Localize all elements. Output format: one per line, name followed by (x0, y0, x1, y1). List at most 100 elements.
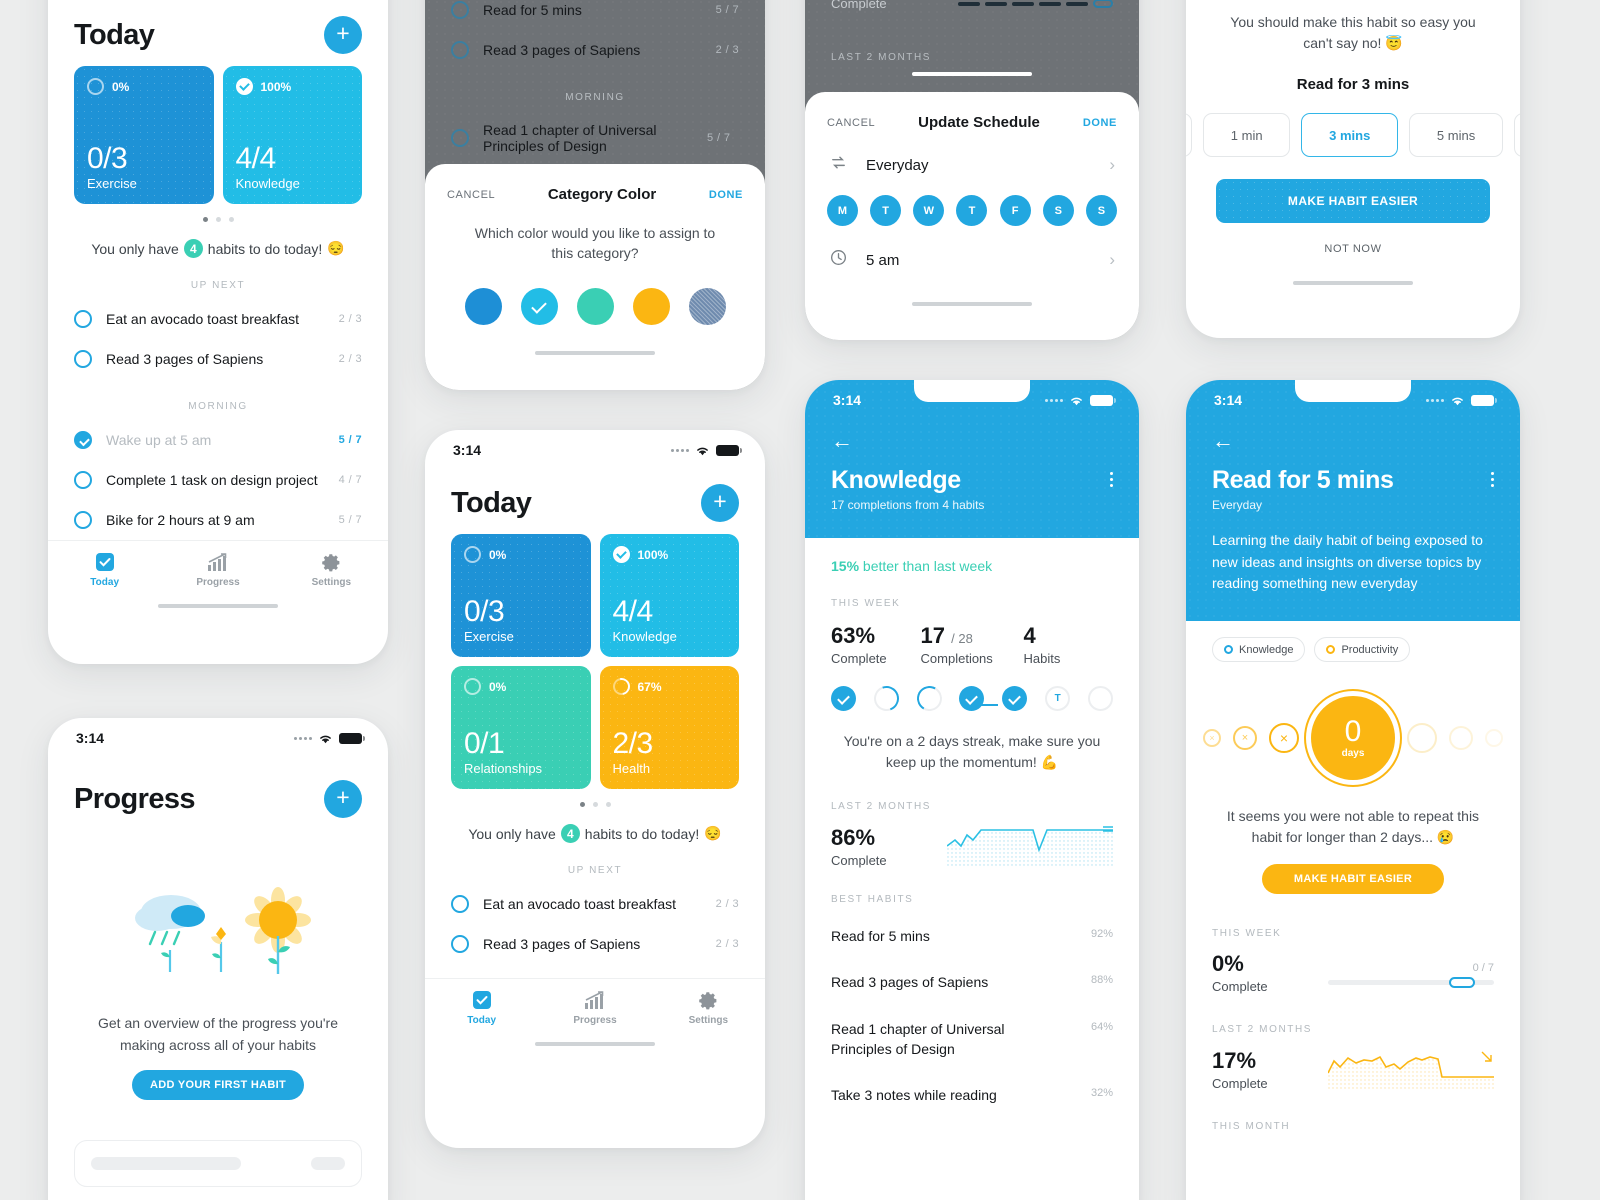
day-indicator-empty[interactable] (1087, 686, 1113, 711)
best-habit-row[interactable]: Read 3 pages of Sapiens 88% (805, 959, 1139, 1005)
status-time: 3:14 (453, 442, 482, 458)
back-arrow-icon[interactable]: ← (831, 430, 853, 452)
screens-canvas: Today + 0% 0/3 Exercise 100% 4/4 Knowled… (0, 0, 1600, 1200)
add-habit-button[interactable]: + (701, 484, 739, 522)
habit-row[interactable]: Read 3 pages of Sapiens 2 / 3 (425, 924, 765, 964)
habit-row[interactable]: Wake up at 5 am 5 / 7 (48, 420, 388, 460)
habit-checkbox-icon[interactable] (74, 431, 92, 449)
day-pill-tue[interactable]: T (870, 195, 902, 226)
section-this-week: THIS WEEK (1212, 928, 1282, 940)
tab-today[interactable]: Today (48, 551, 161, 588)
repeat-row[interactable]: Everyday › (805, 137, 1139, 193)
better-value: 15% (831, 558, 860, 574)
card-percent: 0% (489, 547, 507, 562)
card-fraction: 4/4 (235, 141, 277, 175)
habit-checkbox-icon[interactable] (451, 935, 469, 953)
carousel-pager[interactable] (425, 802, 765, 807)
color-swatch-slate[interactable] (688, 287, 726, 325)
color-swatch-teal[interactable] (576, 287, 614, 325)
habit-row[interactable]: Eat an avocado toast breakfast 2 / 3 (425, 884, 765, 924)
duration-chip-prev[interactable] (1186, 113, 1192, 157)
progress-knob[interactable] (1449, 977, 1476, 989)
habit-row[interactable]: Eat an avocado toast breakfast 2 / 3 (48, 299, 388, 339)
kebab-menu-icon[interactable] (1110, 466, 1113, 487)
category-card-knowledge[interactable]: 100% 4/4 Knowledge (222, 66, 362, 204)
duration-chip-1min[interactable]: 1 min (1203, 113, 1291, 157)
color-swatch-blue[interactable] (464, 287, 502, 325)
card-percent: 67% (637, 679, 662, 694)
add-habit-button[interactable]: + (324, 16, 362, 54)
duration-chip-next[interactable] (1514, 113, 1520, 157)
day-pill-wed[interactable]: W (913, 195, 945, 226)
stat-key: Complete (831, 651, 887, 666)
habit-row[interactable]: Bike for 2 hours at 9 am 5 / 7 (48, 500, 388, 540)
not-now-button[interactable]: NOT NOW (1186, 243, 1520, 255)
status-bar: 3:14 (805, 380, 1139, 420)
add-first-habit-button[interactable]: ADD YOUR FIRST HABIT (132, 1070, 304, 1101)
color-swatch-amber[interactable] (632, 287, 670, 325)
best-habit-row[interactable]: Read 1 chapter of Universal Principles o… (805, 1006, 1139, 1073)
streak-message-text: You're on a 2 days streak, make sure you… (843, 733, 1101, 770)
day-indicator-done[interactable] (959, 686, 985, 711)
duration-chip-5mins[interactable]: 5 mins (1409, 113, 1504, 157)
battery-icon (1090, 394, 1116, 406)
best-habit-row[interactable]: Take 3 notes while reading 32% (805, 1072, 1139, 1118)
streak-counter: 0 days (1311, 696, 1395, 781)
add-habit-button[interactable]: + (324, 780, 362, 818)
category-card-exercise[interactable]: 0% 0/3 Exercise (451, 534, 591, 657)
habit-checkbox-icon[interactable] (451, 895, 469, 913)
best-habit-row[interactable]: Read for 5 mins 92% (805, 913, 1139, 959)
carousel-pager[interactable] (48, 217, 388, 222)
day-indicator-partial[interactable] (869, 681, 903, 716)
home-indicator (912, 302, 1032, 306)
trend-value: 86% (831, 824, 876, 850)
day-pill-thu[interactable]: T (956, 195, 988, 226)
streak-miss-icon: × (1269, 723, 1299, 754)
category-card-exercise[interactable]: 0% 0/3 Exercise (74, 66, 214, 204)
habit-row[interactable]: Complete 1 task on design project 4 / 7 (48, 460, 388, 500)
back-arrow-icon[interactable]: ← (1212, 430, 1234, 452)
make-habit-easier-button[interactable]: MAKE HABIT EASIER (1216, 179, 1490, 223)
tab-progress[interactable]: Progress (161, 551, 274, 588)
make-habit-easier-button[interactable]: MAKE HABIT EASIER (1262, 864, 1444, 895)
time-row[interactable]: 5 am › (805, 232, 1139, 288)
habit-hero: 3:14 ← Read for 5 mins Everyday Learning… (1186, 380, 1520, 622)
kebab-menu-icon[interactable] (1491, 466, 1494, 487)
tab-today[interactable]: Today (425, 989, 538, 1026)
habit-count-badge: 4 (183, 239, 203, 258)
category-card-knowledge[interactable]: 100% 4/4 Knowledge (599, 534, 739, 657)
done-button[interactable]: DONE (1083, 117, 1117, 129)
hero-title: Knowledge (831, 466, 961, 494)
tag-chip-knowledge[interactable]: Knowledge (1212, 637, 1306, 663)
habit-name: Bike for 2 hours at 9 am (106, 512, 255, 528)
day-pill-sun[interactable]: S (1085, 195, 1117, 226)
day-pill-fri[interactable]: F (999, 195, 1031, 226)
category-card-relationships[interactable]: 0% 0/1 Relationships (451, 666, 591, 789)
day-indicator-done[interactable] (831, 686, 856, 711)
tab-progress[interactable]: Progress (538, 989, 651, 1026)
day-pill-mon[interactable]: M (827, 195, 858, 226)
habit-row[interactable]: Read 3 pages of Sapiens 2 / 3 (48, 339, 388, 379)
day-indicator-done[interactable] (1002, 686, 1028, 711)
make-easier-dialog: You should make this habit so easy you c… (1186, 0, 1520, 285)
color-swatch-row (425, 264, 765, 325)
habit-checkbox-icon[interactable] (74, 471, 92, 489)
tab-settings[interactable]: Settings (275, 551, 388, 588)
tab-settings[interactable]: Settings (652, 989, 765, 1026)
cancel-button[interactable]: CANCEL (447, 189, 495, 201)
signal-dots-icon (1045, 398, 1063, 402)
tag-dot-icon (1224, 645, 1233, 655)
habit-checkbox-icon[interactable] (74, 310, 92, 328)
category-card-health[interactable]: 67% 2/3 Health (599, 666, 739, 789)
day-indicator-partial[interactable] (913, 683, 945, 714)
color-swatch-cyan-selected[interactable] (520, 287, 558, 325)
day-pill-sat[interactable]: S (1042, 195, 1074, 226)
week-progress-bar[interactable]: 0 / 7 (1328, 960, 1494, 989)
done-button[interactable]: DONE (709, 189, 743, 201)
tag-chip-productivity[interactable]: Productivity (1314, 637, 1411, 663)
cancel-button[interactable]: CANCEL (827, 117, 875, 129)
duration-chip-3mins-selected[interactable]: 3 mins (1301, 113, 1399, 157)
habit-checkbox-icon[interactable] (74, 511, 92, 529)
day-indicator-today[interactable]: T (1045, 686, 1071, 711)
habit-checkbox-icon[interactable] (74, 350, 92, 368)
